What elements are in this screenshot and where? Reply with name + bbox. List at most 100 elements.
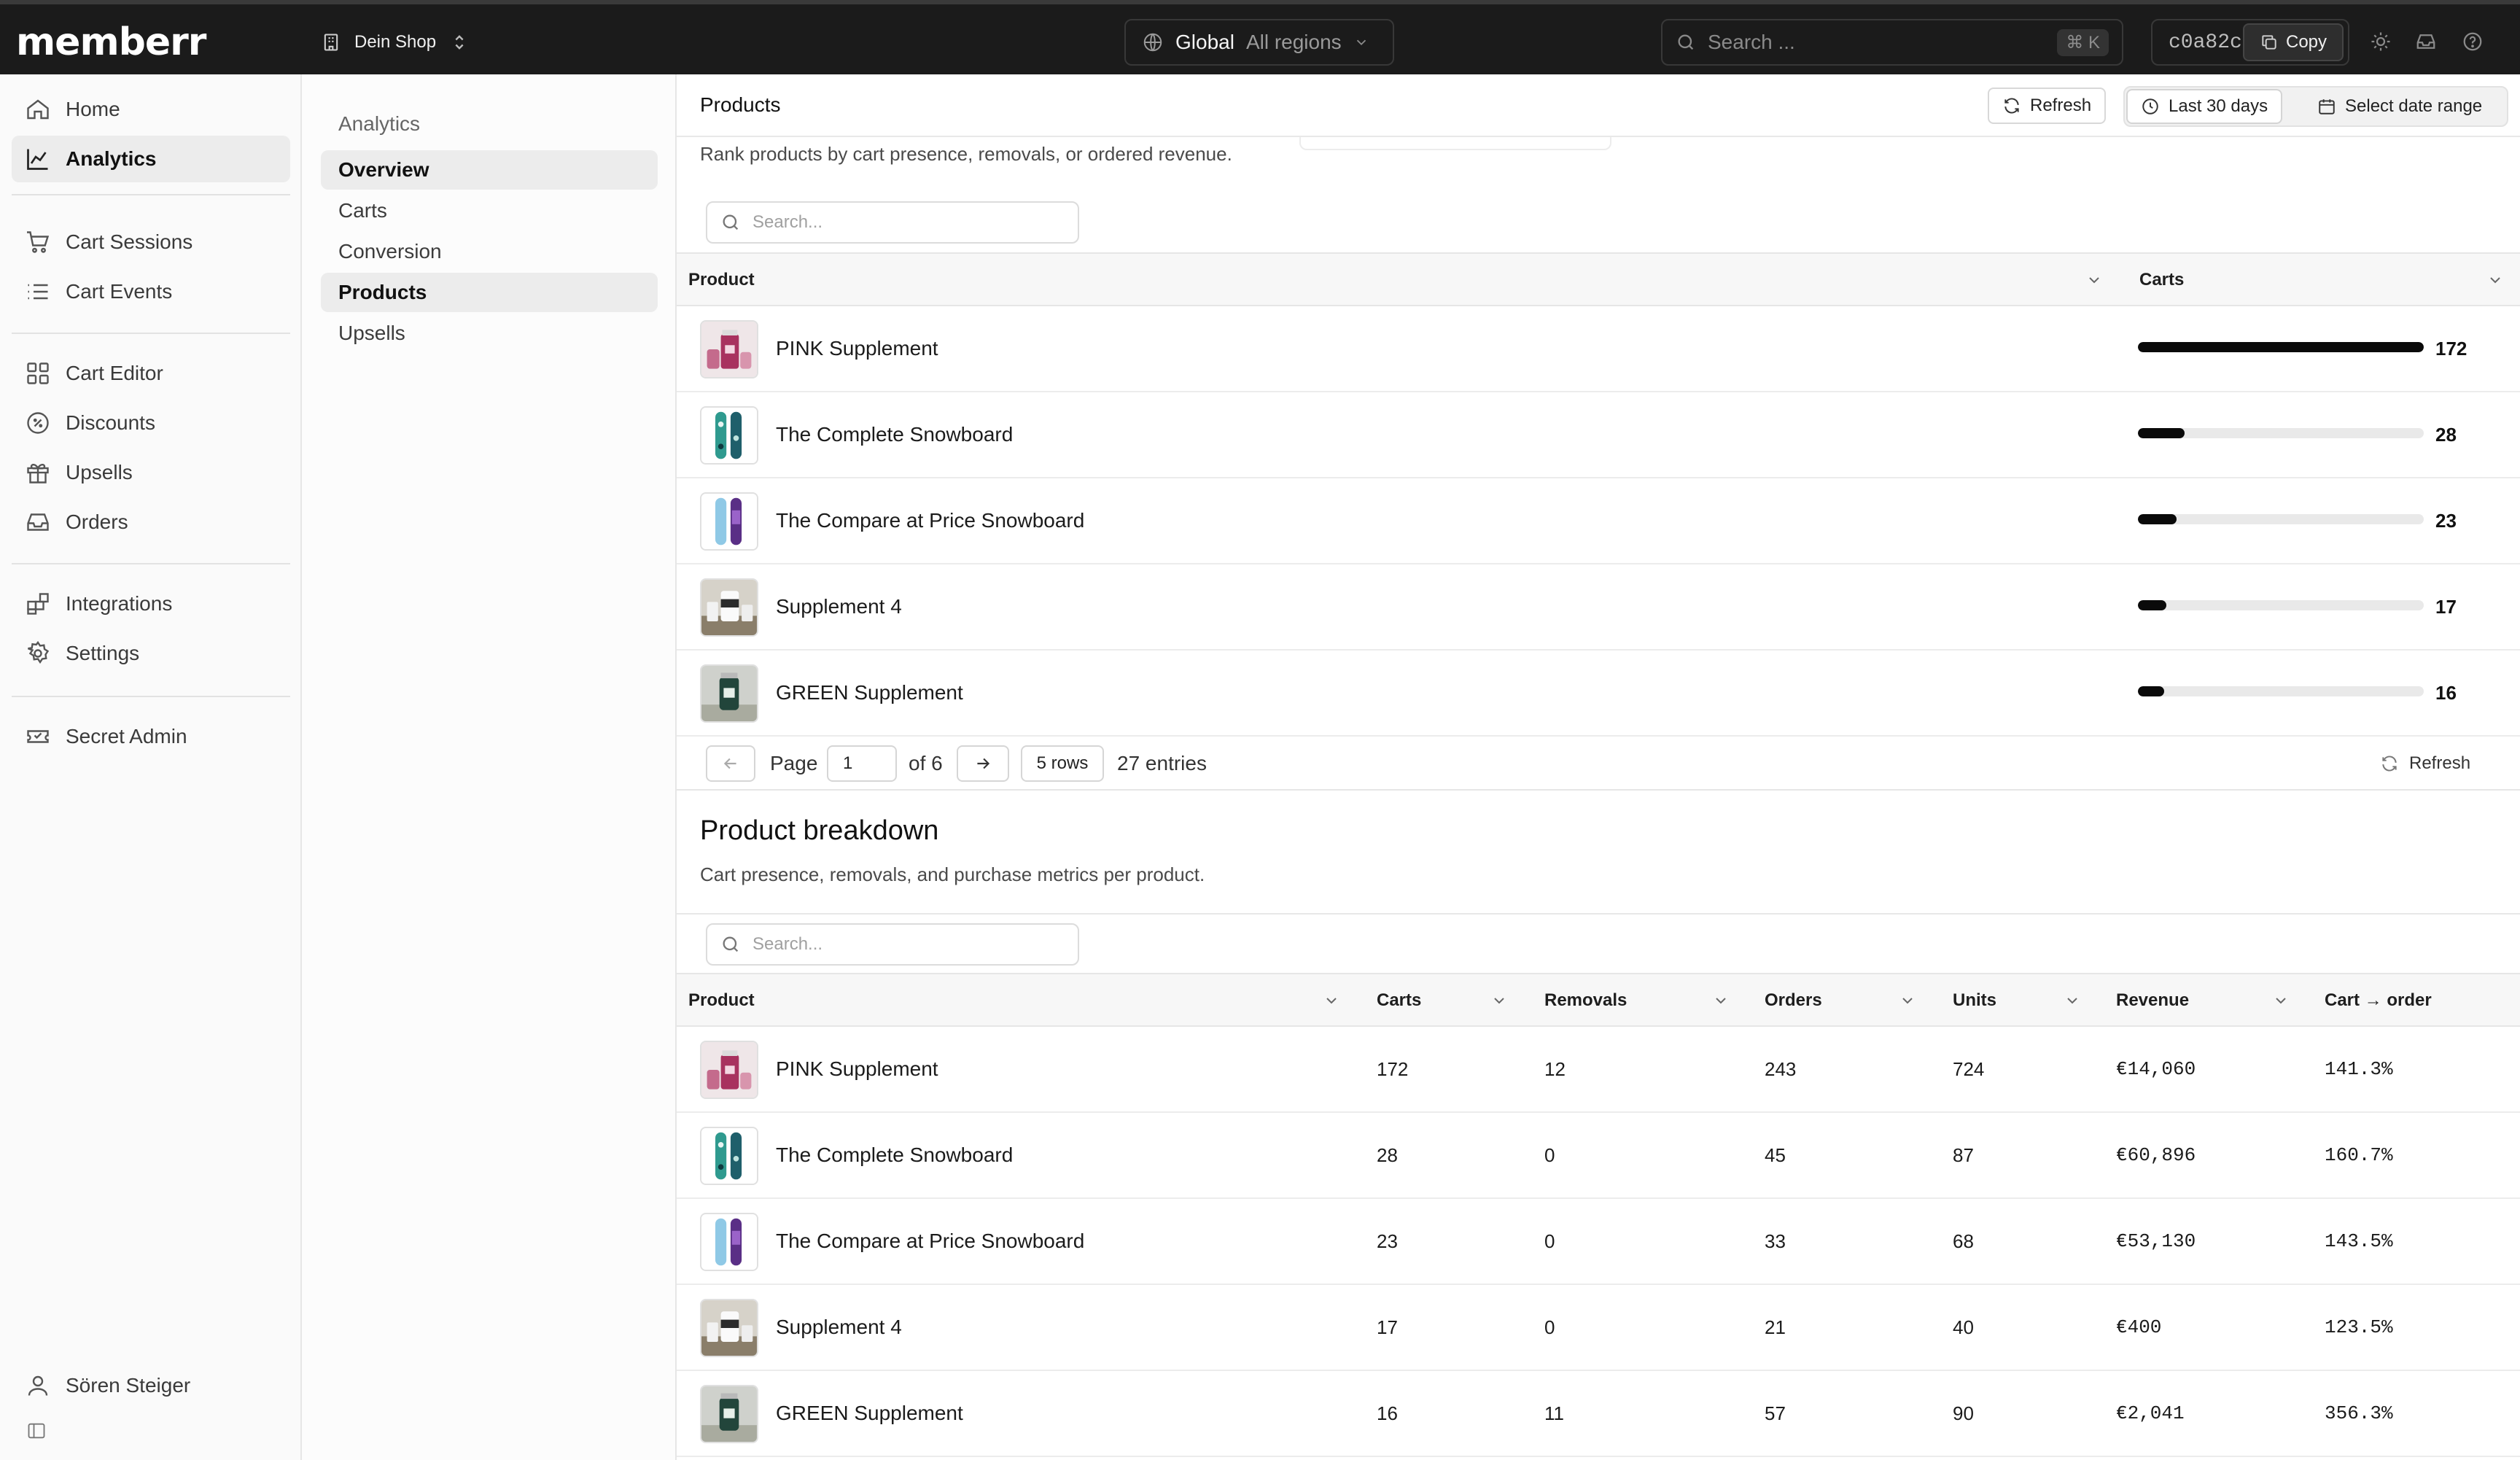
breakdown-search-input[interactable]: Search... [706, 923, 1079, 966]
app-logo[interactable]: memberr [16, 20, 206, 64]
subnav-item-conversion[interactable]: Conversion [321, 232, 658, 271]
last-30-days-button[interactable]: Last 30 days [2126, 89, 2283, 124]
pagination: Page 1 of 6 5 rows 27 entries Refresh [677, 737, 2520, 791]
carts-cell: 172 [1377, 1057, 1409, 1080]
subnav-item-overview[interactable]: Overview [321, 150, 658, 190]
rows-per-page-button[interactable]: 5 rows [1021, 745, 1104, 782]
help-icon[interactable] [2462, 31, 2484, 53]
sidebar-item-cart-editor[interactable]: Cart Editor [12, 350, 290, 397]
sidebar-item-label: Settings [66, 642, 140, 664]
product-name: Supplement 4 [776, 595, 902, 618]
sidebar-item-integrations[interactable]: Integrations [12, 580, 290, 627]
chevron-down-icon[interactable] [2486, 271, 2504, 289]
sidebar-item-orders[interactable]: Orders [12, 499, 290, 545]
table-row[interactable]: Supplement 4 17 0 21 40 €400 123.5% [677, 1285, 2520, 1371]
copy-button[interactable]: Copy [2243, 23, 2344, 61]
user-icon [28, 1375, 48, 1396]
region-selector[interactable]: Global All regions [1124, 19, 1394, 66]
table-row[interactable]: PINK Supplement 172 [677, 306, 2520, 392]
table-row[interactable]: The Complete Snowboard 28 0 45 87 €60,896 160.… [677, 1113, 2520, 1199]
store-icon [324, 34, 338, 51]
carts-cell: 28 [1377, 1143, 1398, 1166]
chevron-down-icon[interactable] [2064, 992, 2081, 1009]
search-icon [723, 936, 739, 952]
table-row[interactable]: PINK Supplement 172 12 243 724 €14,060 141.3% [677, 1027, 2520, 1113]
column-header-orders[interactable]: Orders [1765, 974, 1822, 1027]
products-search-input[interactable]: Search... [706, 201, 1079, 244]
removals-cell: 12 [1544, 1057, 1566, 1080]
global-search-input[interactable]: Search ... ⌘ K [1661, 19, 2123, 66]
chevron-down-icon[interactable] [1899, 992, 1916, 1009]
column-header-product[interactable]: Product [688, 974, 755, 1027]
sidebar-item-secret-admin[interactable]: Secret Admin [12, 713, 290, 760]
chevron-down-icon[interactable] [2085, 271, 2103, 289]
product-thumbnail [700, 1041, 758, 1099]
product-name: The Complete Snowboard [776, 1143, 1014, 1166]
sidebar-item-settings[interactable]: Settings [12, 630, 290, 677]
column-header-label: Orders [1765, 990, 1822, 1010]
previous-page-button[interactable] [706, 745, 755, 782]
discount-icon [27, 412, 49, 434]
sidebar-item-discounts[interactable]: Discounts [12, 400, 290, 446]
global-search-placeholder: Search ... [1708, 31, 1795, 53]
subnav-item-label: Upsells [338, 322, 405, 344]
carts-value: 16 [2435, 681, 2457, 704]
search-shortcut: ⌘ K [2057, 28, 2109, 56]
last-30-days-label: Last 30 days [2169, 96, 2268, 116]
column-header-revenue[interactable]: Revenue [2116, 974, 2189, 1027]
subnav-item-label: Products [338, 281, 427, 303]
table-row[interactable]: The Compare at Price Snowboard 23 0 33 68 €53… [677, 1199, 2520, 1285]
column-header-carts[interactable]: Carts [2139, 254, 2184, 306]
subnav-item-carts[interactable]: Carts [321, 191, 658, 230]
region-label: Global [1175, 31, 1234, 53]
subnav-item-upsells[interactable]: Upsells [321, 314, 658, 353]
table-row[interactable]: GREEN Supplement 16 11 57 90 €2,041 356.3% [677, 1371, 2520, 1457]
sidebar-item-analytics[interactable]: Analytics [12, 136, 290, 182]
chevron-down-icon[interactable] [1490, 992, 1508, 1009]
sun-icon[interactable] [2370, 31, 2392, 53]
column-header-label: Revenue [2116, 990, 2190, 1010]
chevron-down-icon [1356, 39, 1366, 46]
carts-value: 172 [2435, 337, 2468, 360]
sidebar-toggle-icon[interactable] [26, 1421, 47, 1441]
sidebar-divider [12, 563, 290, 564]
search-icon [723, 214, 739, 230]
sidebar-divider [12, 333, 290, 334]
product-thumbnail [700, 664, 758, 723]
products-table-header: Product Carts [677, 252, 2520, 306]
refresh-button[interactable]: Refresh [1988, 88, 2107, 124]
select-date-range-label: Select date range [2345, 96, 2483, 116]
table-row[interactable]: The Compare at Price Snowboard 23 [677, 478, 2520, 564]
sidebar-item-upsells[interactable]: Upsells [12, 449, 290, 496]
shop-switcher[interactable]: Dein Shop [321, 26, 470, 58]
sidebar-item-home[interactable]: Home [12, 86, 290, 133]
product-name: The Compare at Price Snowboard [776, 509, 1085, 532]
chevron-down-icon[interactable] [1323, 992, 1340, 1009]
select-date-range-button[interactable]: Select date range [2304, 89, 2495, 124]
product-thumbnail [700, 578, 758, 637]
table-row[interactable]: Supplement 4 17 [677, 564, 2520, 651]
column-header-removals[interactable]: Removals [1544, 974, 1627, 1027]
table-row[interactable]: The Complete Snowboard 28 [677, 392, 2520, 478]
sidebar-item-cart-sessions[interactable]: Cart Sessions [12, 219, 290, 265]
column-header-product[interactable]: Product [688, 254, 755, 306]
carts-bar-fill [2138, 686, 2165, 696]
chevron-down-icon[interactable] [2272, 992, 2290, 1009]
carts-bar [2138, 686, 2424, 696]
revenue-cell: €53,130 [2116, 1230, 2196, 1252]
column-header-label: Removals [1544, 990, 1628, 1010]
sidebar-item-cart-events[interactable]: Cart Events [12, 268, 290, 315]
subnav-item-products[interactable]: Products [321, 273, 658, 312]
table-row[interactable]: GREEN Supplement 16 [677, 651, 2520, 737]
inbox-icon[interactable] [2415, 31, 2437, 53]
user-menu[interactable]: Sören Steiger [12, 1362, 290, 1409]
table-refresh-button[interactable]: Refresh [2380, 745, 2470, 782]
next-page-button[interactable] [957, 745, 1009, 782]
chevron-down-icon[interactable] [1712, 992, 1730, 1009]
column-header-cart-to-order[interactable]: Cart → order [2325, 974, 2432, 1027]
product-thumbnail [700, 320, 758, 378]
product-thumbnail [700, 492, 758, 551]
page-number-input[interactable]: 1 [827, 745, 897, 782]
column-header-units[interactable]: Units [1953, 974, 1996, 1027]
column-header-carts[interactable]: Carts [1377, 974, 1421, 1027]
